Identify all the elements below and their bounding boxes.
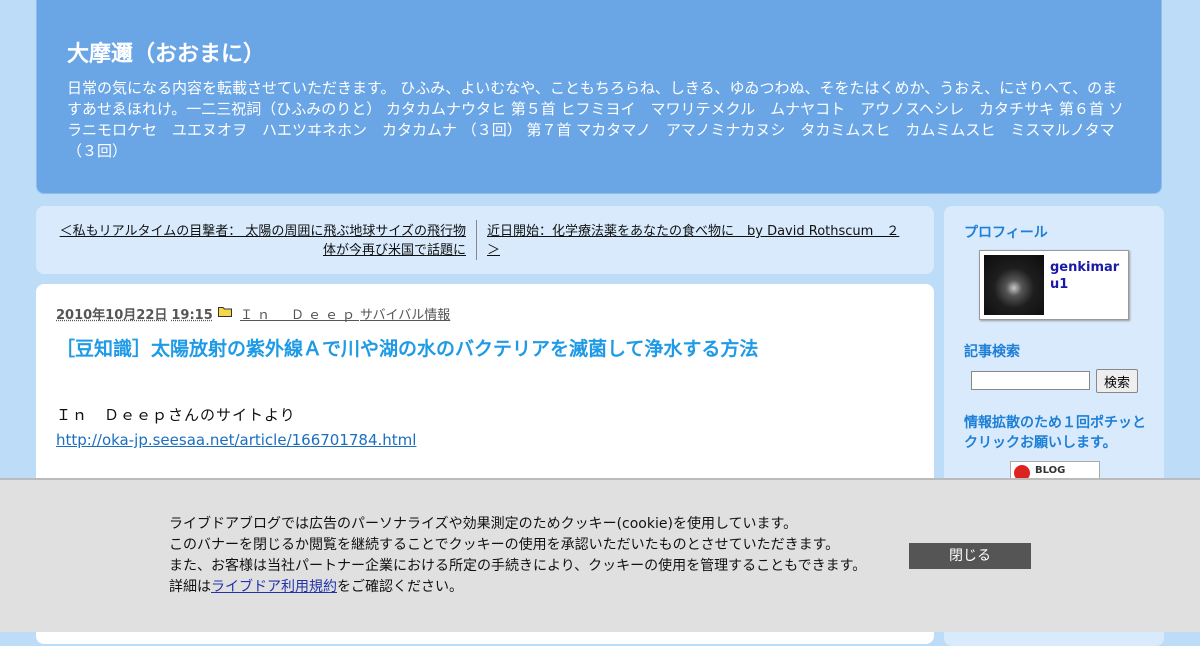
category-link-survival[interactable]: サバイバル情報 <box>360 304 450 323</box>
post-meta: 2010年10月22日 19:15 <box>56 304 213 323</box>
post-body-text: Ｉｎ Ｄｅｅｐさんのサイトより <box>56 406 296 424</box>
ranking-heading: 情報拡散のため１回ポチッとクリックお願いします。 <box>964 415 1146 451</box>
cookie-line-4: 詳細はライブドア利用規約をご確認ください。 <box>169 577 866 598</box>
cookie-line-3: また、お客様は当社パートナー企業における所定の手続きにより、クッキーの使用を管理… <box>169 558 867 574</box>
cookie-line-4-suffix: をご確認ください。 <box>337 579 463 595</box>
profile-heading: プロフィール <box>964 225 1048 241</box>
source-link[interactable]: http://oka-jp.seesaa.net/article/1667017… <box>56 431 416 449</box>
prev-post-link[interactable]: ＜私もリアルタイムの目撃者： 太陽の周囲に飛ぶ地球サイズの飛行物体が今再び米国で… <box>56 222 466 260</box>
blog-title[interactable]: 大摩邇（おおまに） <box>67 36 265 68</box>
search-input[interactable] <box>971 371 1090 390</box>
post-navigation: ＜私もリアルタイムの目撃者： 太陽の周囲に飛ぶ地球サイズの飛行物体が今再び米国で… <box>36 206 934 274</box>
terms-link[interactable]: ライブドア利用規約 <box>211 579 337 595</box>
post-date[interactable]: 2010年10月22日 <box>56 308 167 323</box>
cookie-text: ライブドアブログでは広告のパーソナライズや効果測定のためクッキー(cookie)… <box>169 514 866 598</box>
folder-icon <box>218 307 232 317</box>
post-time[interactable]: 19:15 <box>171 308 212 323</box>
blog-description: 日常の気になる内容を転載させていただきます。 ひふみ、よいむなや、こともちろらね… <box>67 79 1124 160</box>
post-title[interactable]: ［豆知識］太陽放射の紫外線Ａで川や湖の水のバクテリアを滅菌して浄水する方法 <box>56 334 758 361</box>
cookie-close-button[interactable]: 閉じる <box>909 543 1031 569</box>
category-link-in-deep[interactable]: Ｉｎ Ｄｅｅｐ <box>240 304 359 323</box>
ranking-badge-label: BLOG <box>1035 465 1066 476</box>
cookie-banner: ライブドアブログでは広告のパーソナライズや効果測定のためクッキー(cookie)… <box>0 478 1200 632</box>
search-heading: 記事検索 <box>964 344 1020 360</box>
blog-header: 大摩邇（おおまに） 日常の気になる内容を転載させていただきます。 ひふみ、よいむ… <box>36 0 1162 194</box>
profile-name[interactable]: genkimaru1 <box>1050 259 1126 293</box>
cookie-line-4-prefix: 詳細は <box>169 579 211 595</box>
cookie-line-1: ライブドアブログでは広告のパーソナライズや効果測定のためクッキー(cookie)… <box>169 516 798 532</box>
nav-divider <box>476 220 477 260</box>
next-post-link[interactable]: 近日開始：化学療法薬をあなたの食べ物に by David Rothscum ２＞ <box>487 222 907 260</box>
search-button[interactable]: 検索 <box>1096 369 1138 393</box>
profile-card[interactable]: genkimaru1 <box>979 250 1129 320</box>
avatar[interactable] <box>984 255 1044 315</box>
cookie-line-2: このバナーを閉じるか閲覧を継続することでクッキーの使用を承認いただいたものとさせ… <box>169 537 840 553</box>
